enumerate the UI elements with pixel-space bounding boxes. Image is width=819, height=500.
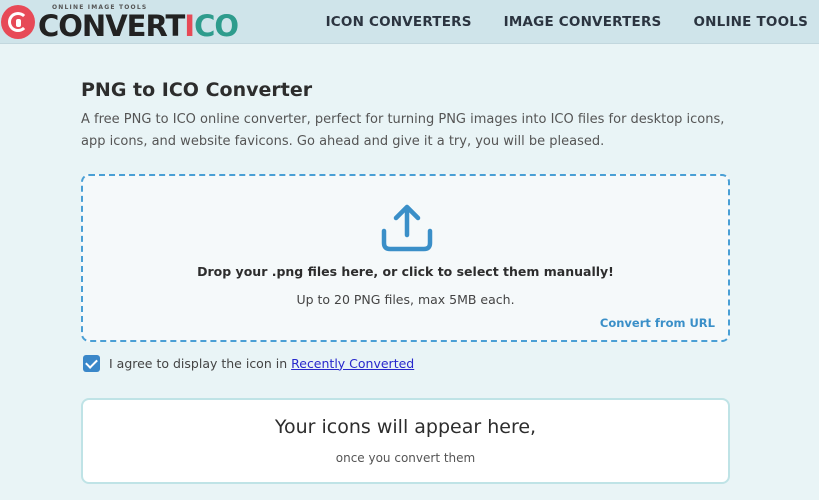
nav-online-tools[interactable]: ONLINE TOOLS	[693, 14, 808, 30]
page-title: PNG to ICO Converter	[81, 79, 313, 101]
logo-wordmark: CONVERTICO	[38, 9, 239, 43]
main-nav: ICON CONVERTERS IMAGE CONVERTERS ONLINE …	[294, 0, 808, 44]
recently-converted-link[interactable]: Recently Converted	[291, 356, 414, 371]
site-logo[interactable]: ONLINE IMAGE TOOLS CONVERTICO	[0, 2, 239, 42]
agree-label: I agree to display the icon in	[109, 355, 288, 371]
results-subtitle: once you convert them	[335, 451, 476, 465]
dropzone-primary-text: Drop your .png files here, or click to s…	[197, 264, 614, 279]
agree-checkbox[interactable]	[83, 354, 100, 372]
file-dropzone[interactable]: Drop your .png files here, or click to s…	[81, 174, 730, 342]
agree-row: I agree to display the icon in Recently …	[83, 354, 414, 372]
results-panel: Your icons will appear here, once you co…	[81, 398, 730, 484]
upload-icon	[381, 204, 433, 252]
site-header: ONLINE IMAGE TOOLS CONVERTICO ICON CONVE…	[0, 0, 819, 44]
convert-from-url-link[interactable]: Convert from URL	[600, 316, 715, 330]
dropzone-limit-text: Up to 20 PNG files, max 5MB each.	[296, 292, 515, 307]
logo-badge-icon	[1, 5, 35, 39]
nav-icon-converters[interactable]: ICON CONVERTERS	[326, 14, 472, 30]
page-description: A free PNG to ICO online converter, perf…	[81, 112, 725, 149]
nav-image-converters[interactable]: IMAGE CONVERTERS	[504, 14, 662, 30]
results-title: Your icons will appear here,	[274, 416, 537, 438]
